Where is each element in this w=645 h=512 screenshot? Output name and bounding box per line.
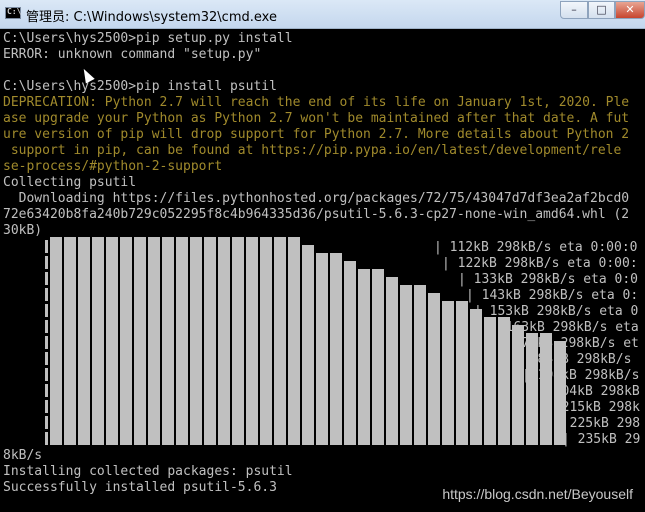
progress-status: | 235kB 29 — [562, 432, 641, 447]
progress-pipe — [45, 240, 48, 253]
deprecation-line: se-process/#python-2-support — [3, 159, 223, 174]
console-output[interactable]: C:\Users\hys2500>pip setup.py install ER… — [0, 29, 645, 512]
progress-artifact-bar — [358, 269, 370, 445]
deprecation-line: support in pip, can be found at https://… — [3, 143, 622, 158]
deprecation-line: ure version of pip will drop support for… — [3, 127, 630, 142]
progress-status: | 112kB 298kB/s eta 0:00:0 — [434, 240, 638, 255]
progress-pipe — [45, 352, 48, 365]
title-bar[interactable]: 管理员: C:\Windows\system32\cmd.exe – □ ✕ — [0, 0, 645, 29]
close-button[interactable]: ✕ — [615, 1, 645, 19]
watermark: https://blog.csdn.net/Beyouself — [442, 486, 633, 502]
minimize-button[interactable]: – — [560, 1, 588, 19]
progress-artifact-bar — [428, 293, 440, 445]
console-line: 30kB) — [3, 223, 43, 238]
window-title: 管理员: C:\Windows\system32\cmd.exe — [26, 10, 277, 25]
console-line: Downloading https://files.pythonhosted.o… — [3, 191, 630, 206]
progress-artifact-bar — [176, 237, 188, 445]
console-line: Collecting psutil — [3, 175, 137, 190]
progress-artifact-bar — [92, 237, 104, 445]
progress-artifact-bar — [246, 237, 258, 445]
progress-status: | 215kB 298k — [546, 400, 640, 415]
progress-pipe — [45, 416, 48, 429]
cmd-window: 管理员: C:\Windows\system32\cmd.exe – □ ✕ C… — [0, 0, 645, 512]
progress-artifact-bar — [50, 237, 62, 445]
progress-artifact-bar — [414, 285, 426, 445]
deprecation-line: ase upgrade your Python as Python 2.7 wo… — [3, 111, 630, 126]
progress-artifact-bar — [148, 237, 160, 445]
progress-artifact-bar — [302, 245, 314, 445]
progress-status: | 174kB 298kB/s et — [498, 336, 639, 351]
progress-artifact-bar — [316, 253, 328, 445]
console-line: C:\Users\hys2500>pip install psutil — [3, 79, 277, 94]
progress-pipe — [45, 272, 48, 285]
progress-pipe — [45, 288, 48, 301]
progress-pipe — [45, 256, 48, 269]
progress-artifact-bar — [274, 237, 286, 445]
progress-status: | 225kB 298 — [554, 416, 641, 431]
cmd-icon[interactable] — [5, 7, 21, 19]
progress-pipe — [45, 320, 48, 333]
progress-artifact-bar — [330, 253, 342, 445]
deprecation-line: DEPRECATION: Python 2.7 will reach the e… — [3, 95, 630, 110]
progress-artifact-bar — [134, 237, 146, 445]
console-line: 8kB/s — [3, 448, 43, 463]
progress-artifact-bar — [260, 237, 272, 445]
console-line: Successfully installed psutil-5.6.3 — [3, 480, 277, 495]
progress-artifact-bar — [218, 237, 230, 445]
console-line: 72e63420b8fa240b729c052295f8c4b964335d36… — [3, 207, 630, 222]
progress-artifact-bar — [470, 309, 482, 445]
progress-status: | 122kB 298kB/s eta 0:00: — [442, 256, 638, 271]
console-line: ERROR: unknown command "setup.py" — [3, 47, 262, 62]
progress-status: | 153kB 298kB/s eta 0 — [474, 304, 639, 319]
progress-status: | 184kB 298kB/s — [514, 352, 632, 367]
progress-pipe — [45, 304, 48, 317]
progress-artifact-bar — [386, 277, 398, 445]
progress-artifact-bar — [344, 261, 356, 445]
progress-artifact-bar — [456, 301, 468, 445]
progress-artifact-bar — [442, 301, 454, 445]
progress-pipe — [45, 400, 48, 413]
maximize-button[interactable]: □ — [588, 1, 615, 19]
console-line: C:\Users\hys2500>pip setup.py install — [3, 31, 293, 46]
progress-status: | 143kB 298kB/s eta 0: — [466, 288, 639, 303]
console-line: Installing collected packages: psutil — [3, 464, 293, 479]
progress-artifact-bar — [232, 237, 244, 445]
progress-artifact-bar — [78, 237, 90, 445]
progress-artifact-bar — [120, 237, 132, 445]
progress-status: | 163kB 298kB/s eta — [490, 320, 639, 335]
progress-artifact-bar — [190, 237, 202, 445]
progress-status: | 204kB 298kB — [538, 384, 640, 399]
progress-pipe — [45, 384, 48, 397]
progress-artifact-bar — [64, 237, 76, 445]
progress-artifact-bar — [204, 237, 216, 445]
progress-artifact-bar — [372, 269, 384, 445]
progress-status: | 194kB 298kB/s — [522, 368, 640, 383]
progress-artifact-bar — [288, 237, 300, 445]
progress-status: | 133kB 298kB/s eta 0:0 — [458, 272, 639, 287]
progress-artifact-bar — [106, 237, 118, 445]
progress-artifact-bar — [400, 285, 412, 445]
progress-pipe — [45, 432, 48, 445]
progress-pipe — [45, 336, 48, 349]
progress-artifact-bar — [162, 237, 174, 445]
progress-pipe — [45, 368, 48, 381]
progress-artifact-bar — [484, 317, 496, 445]
